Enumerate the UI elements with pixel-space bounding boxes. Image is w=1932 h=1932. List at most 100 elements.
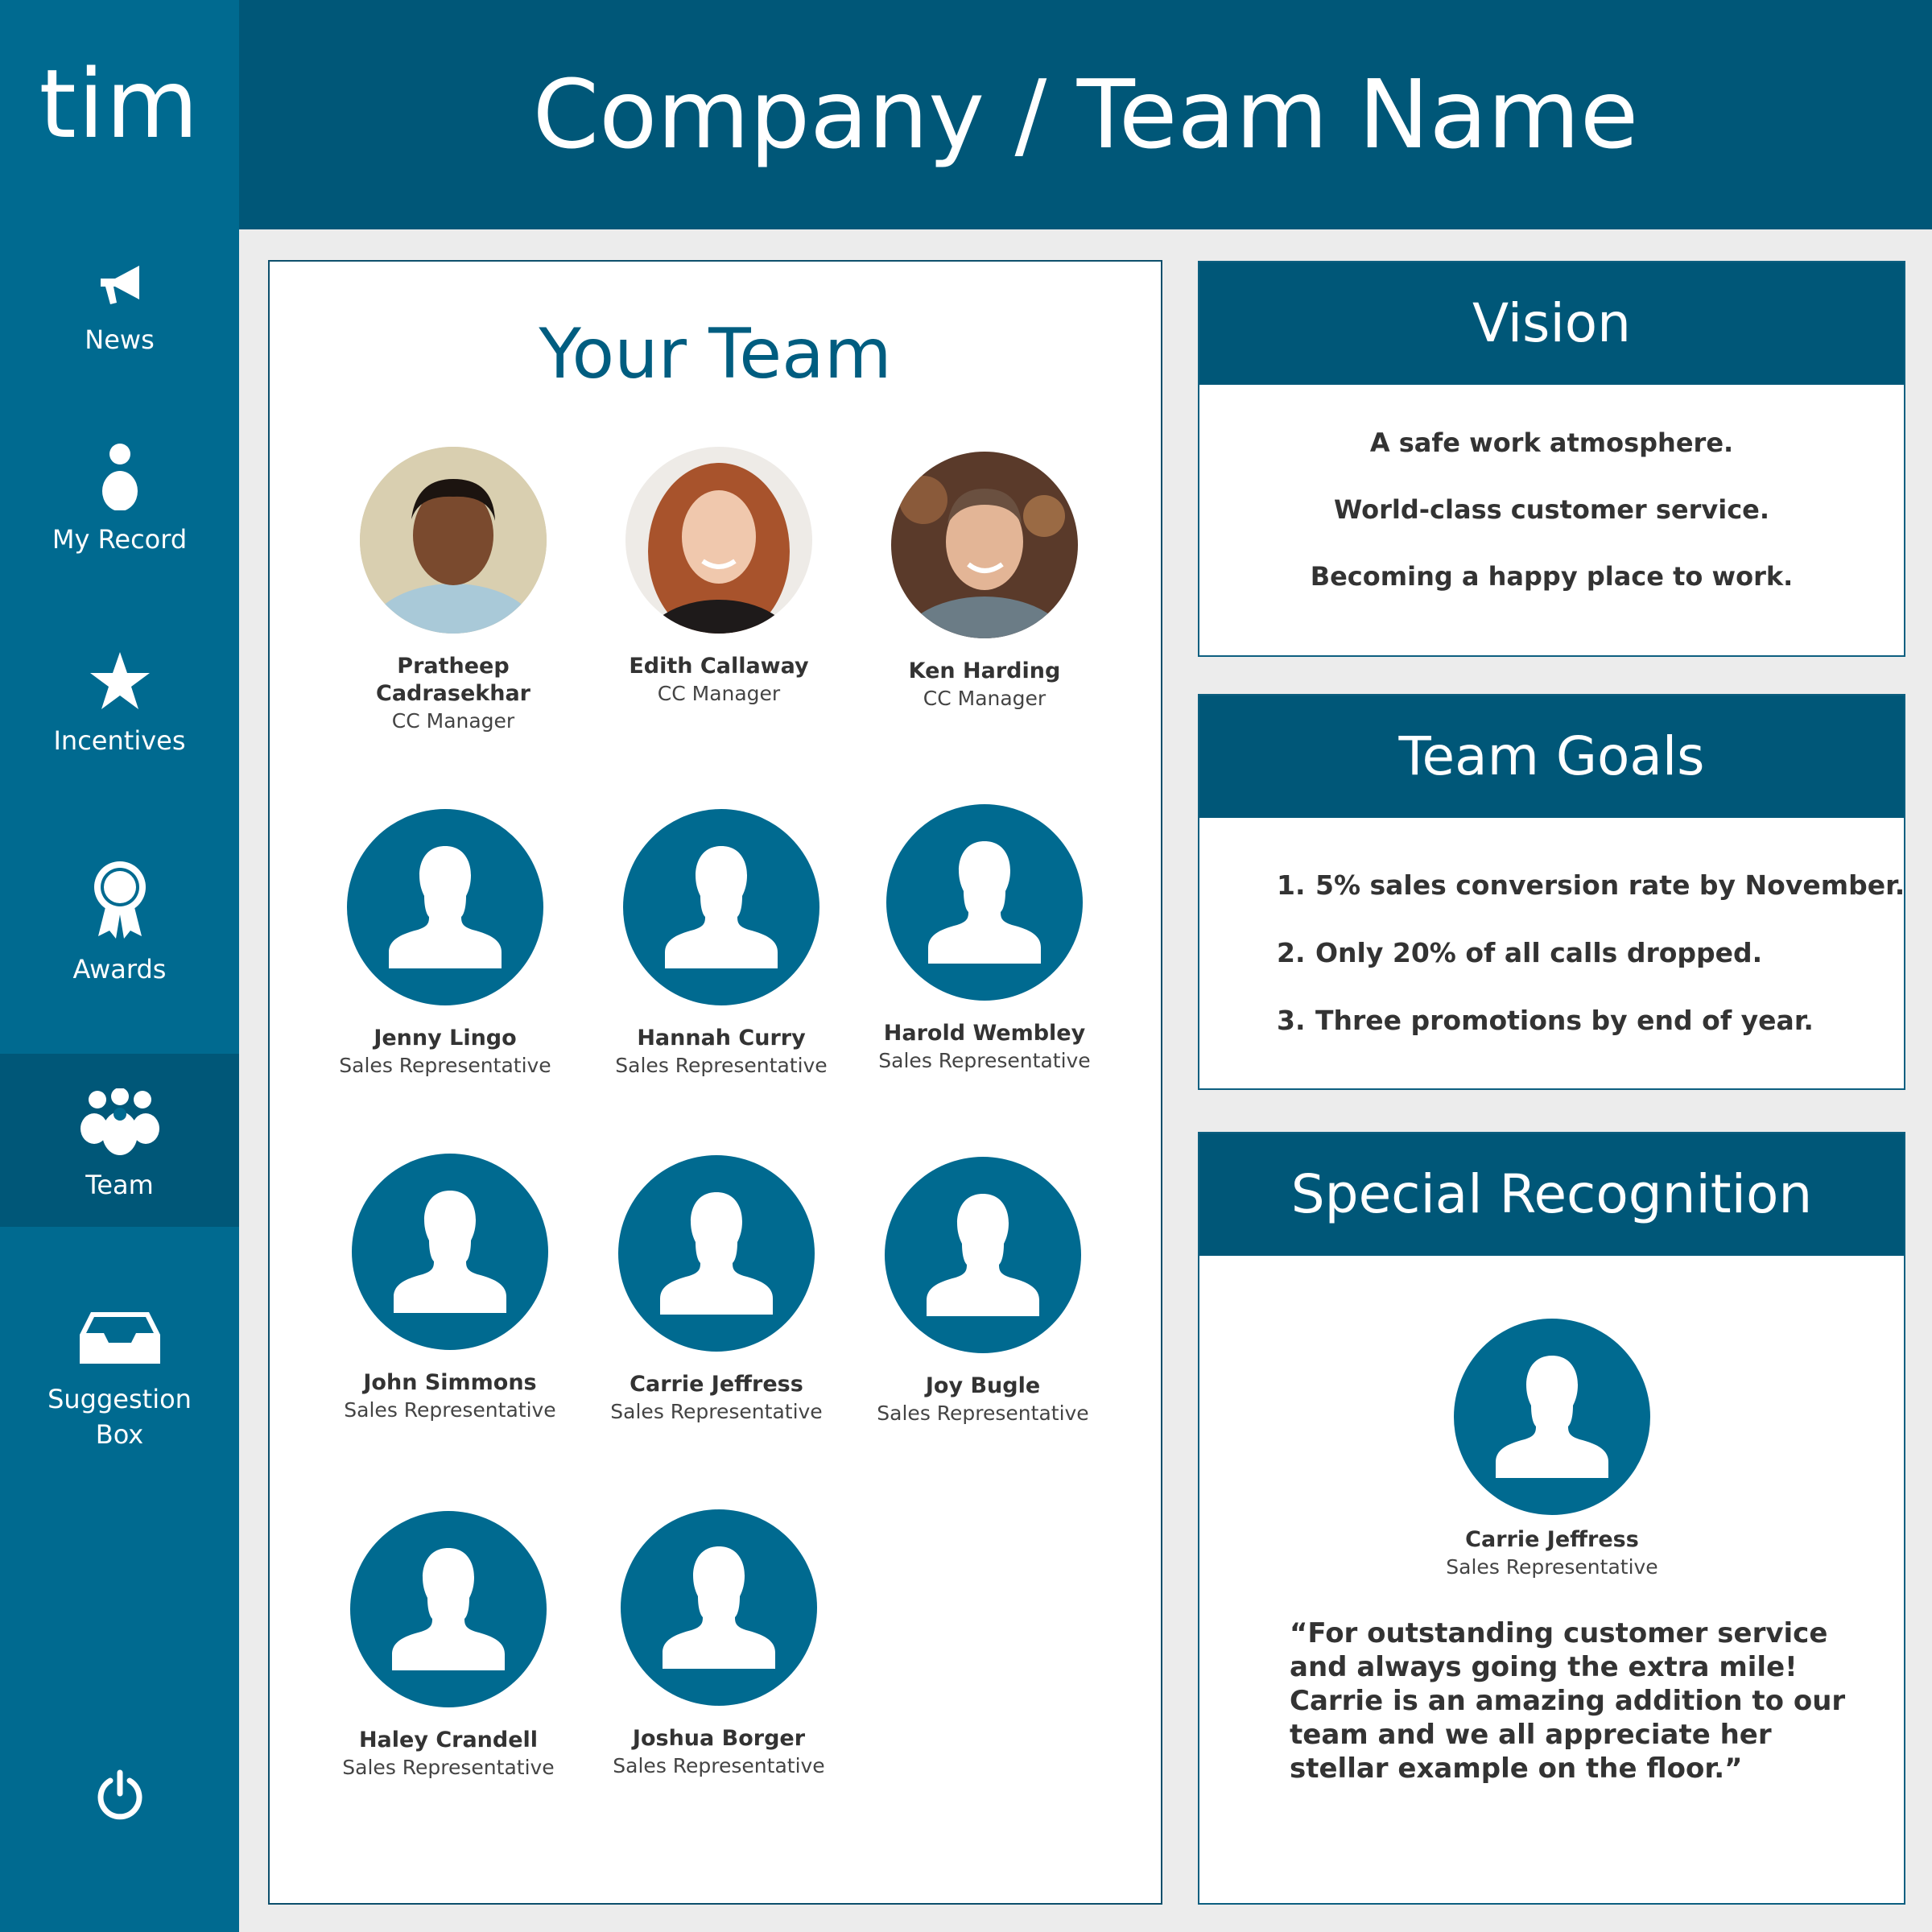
team-member-card[interactable]: Joshua Borger Sales Representative: [590, 1509, 848, 1779]
member-name: Carrie Jeffress: [630, 1372, 803, 1397]
manager-photo: [891, 452, 1078, 638]
member-name: Joshua Borger: [632, 1726, 806, 1751]
sidebar: tim News My Record Incentives Awards Tea…: [0, 0, 239, 1932]
team-goals-card: Team Goals 1. 5% sales conversion rate by…: [1198, 694, 1905, 1090]
header: Company / Team Name: [239, 0, 1932, 229]
team-member-card[interactable]: Harold Wembley Sales Representative: [856, 804, 1113, 1074]
goal-item: 3. Three promotions by end of year.: [1277, 1003, 1814, 1038]
sidebar-item-label: Incentives: [53, 725, 186, 756]
award-ribbon-icon: [93, 861, 146, 939]
power-icon: [97, 1769, 142, 1820]
person-silhouette-icon: [663, 1546, 775, 1669]
avatar: [891, 452, 1078, 638]
team-member-card[interactable]: Carrie Jeffress Sales Representative: [588, 1155, 845, 1425]
team-member-card[interactable]: Ken Harding CC Manager: [856, 452, 1113, 712]
member-name-line1: Pratheep: [397, 654, 510, 679]
person-silhouette-icon: [1496, 1356, 1608, 1478]
manager-photo: [625, 447, 812, 634]
goal-item: 1. 5% sales conversion rate by November.: [1277, 868, 1905, 903]
member-name: John Simmons: [363, 1370, 537, 1395]
member-role: CC Manager: [391, 709, 515, 733]
power-button[interactable]: [0, 1769, 239, 1826]
vision-line: Becoming a happy place to work.: [1310, 561, 1794, 592]
person-silhouette-icon: [389, 846, 502, 968]
member-role: Sales Representative: [877, 1402, 1089, 1425]
person-icon: [101, 444, 138, 510]
sidebar-item-my-record[interactable]: My Record: [0, 443, 239, 564]
team-member-card[interactable]: Hannah Curry Sales Representative: [592, 809, 850, 1079]
inbox-icon: [79, 1312, 160, 1364]
member-name: Haley Crandell: [358, 1728, 539, 1752]
megaphone-icon: [100, 266, 139, 304]
sidebar-item-label-line2: Box: [95, 1419, 144, 1450]
goal-number: 3.: [1277, 1005, 1306, 1036]
sidebar-item-label: My Record: [52, 524, 188, 555]
member-role: CC Manager: [923, 687, 1046, 710]
avatar: [360, 447, 547, 634]
team-member-card[interactable]: Pratheep Cadrasekhar CC Manager: [324, 447, 582, 734]
vision-card: Vision A safe work atmosphere. World-cla…: [1198, 261, 1905, 657]
goal-text: Only 20% of all calls dropped.: [1315, 937, 1763, 968]
page-title: Company / Team Name: [532, 59, 1639, 170]
vision-line: World-class customer service.: [1333, 494, 1770, 525]
recognition-title: Special Recognition: [1199, 1133, 1904, 1256]
star-icon: [89, 652, 150, 709]
sidebar-item-suggestion-box[interactable]: Suggestion Box: [0, 1311, 239, 1455]
team-member-card[interactable]: John Simmons Sales Representative: [321, 1154, 579, 1423]
member-role: Sales Representative: [344, 1398, 556, 1422]
team-title: Your Team: [539, 314, 892, 394]
member-role: Sales Representative: [1446, 1555, 1658, 1579]
sidebar-item-label: News: [85, 324, 155, 355]
member-role: CC Manager: [657, 682, 781, 705]
avatar: [350, 1511, 547, 1707]
person-silhouette-icon: [394, 1191, 506, 1313]
sidebar-item-label: Team: [85, 1170, 154, 1200]
member-role: Sales Representative: [342, 1756, 555, 1779]
special-recognition-card: Special Recognition Carrie Jeffress Sale…: [1198, 1132, 1905, 1905]
avatar: [625, 447, 812, 634]
team-member-card[interactable]: Edith Callaway CC Manager: [590, 447, 848, 707]
member-name: Edith Callaway: [629, 654, 809, 679]
member-name: Ken Harding: [908, 658, 1061, 683]
avatar: [352, 1154, 548, 1350]
member-name: Jenny Lingo: [374, 1026, 517, 1051]
sidebar-item-awards[interactable]: Awards: [0, 860, 239, 1005]
member-name: Carrie Jeffress: [1465, 1527, 1639, 1552]
sidebar-item-label: Suggestion: [47, 1384, 192, 1414]
team-member-card[interactable]: Joy Bugle Sales Representative: [854, 1157, 1112, 1426]
goal-number: 2.: [1277, 937, 1306, 968]
member-role: Sales Representative: [610, 1400, 823, 1423]
avatar: [347, 809, 543, 1005]
team-icon: [80, 1088, 159, 1155]
goal-number: 1.: [1277, 869, 1306, 901]
avatar: [621, 1509, 817, 1706]
member-role: Sales Representative: [615, 1054, 828, 1077]
sidebar-item-team[interactable]: Team: [0, 1054, 239, 1227]
recognition-quote: “For outstanding customer service and al…: [1290, 1617, 1846, 1785]
avatar: [618, 1155, 815, 1352]
team-panel: Your Team Pratheep Cadrasekhar CC Manage…: [268, 260, 1162, 1905]
avatar: [623, 809, 819, 1005]
member-role: Sales Representative: [613, 1754, 825, 1777]
member-role: Sales Representative: [339, 1054, 551, 1077]
person-silhouette-icon: [665, 846, 778, 968]
goal-item: 2. Only 20% of all calls dropped.: [1277, 935, 1762, 971]
recognized-member[interactable]: Carrie Jeffress Sales Representative: [1423, 1319, 1681, 1580]
app-logo[interactable]: tim: [0, 48, 239, 159]
goal-text: 5% sales conversion rate by November.: [1315, 869, 1905, 901]
manager-photo: [360, 447, 547, 634]
member-name: Hannah Curry: [637, 1026, 806, 1051]
vision-line: A safe work atmosphere.: [1369, 427, 1734, 458]
sidebar-item-incentives[interactable]: Incentives: [0, 650, 239, 771]
member-name-line2: Cadrasekhar: [376, 681, 530, 706]
team-member-card[interactable]: Jenny Lingo Sales Representative: [316, 809, 574, 1079]
person-silhouette-icon: [928, 841, 1041, 964]
sidebar-item-label: Awards: [72, 954, 167, 985]
person-silhouette-icon: [660, 1192, 773, 1315]
member-name: Joy Bugle: [925, 1373, 1041, 1398]
goal-text: Three promotions by end of year.: [1315, 1005, 1814, 1036]
avatar: [885, 1157, 1081, 1353]
sidebar-item-news[interactable]: News: [0, 259, 239, 372]
team-member-card[interactable]: Haley Crandell Sales Representative: [320, 1511, 577, 1781]
goals-title: Team Goals: [1199, 696, 1904, 818]
